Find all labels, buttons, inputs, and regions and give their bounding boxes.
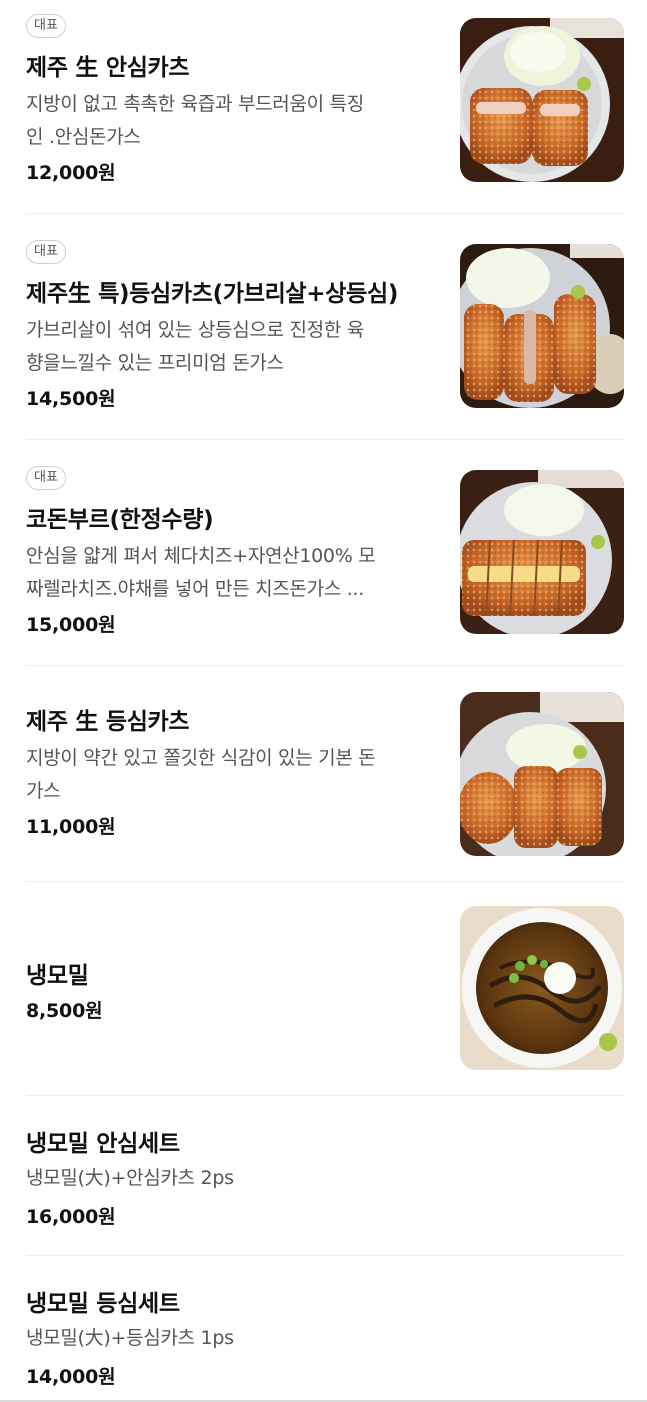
pork-loin-katsu-photo xyxy=(460,692,624,856)
signature-badge: 대표 xyxy=(26,240,66,264)
menu-item[interactable]: 제주 生 등심카츠 지방이 약간 있고 쫄깃한 식감이 있는 기본 돈 가스 1… xyxy=(26,692,624,862)
menu-item[interactable]: 냉모밀 안심세트 냉모밀(大)+안심카츠 2ps 16,000원 xyxy=(26,1122,624,1232)
menu-item-description: 지방이 없고 촉촉한 육즙과 부드러움이 특징 인 .안심돈가스 xyxy=(26,88,436,154)
divider xyxy=(26,881,624,882)
divider xyxy=(26,1255,624,1256)
menu-item-description: 냉모밀(大)+등심카츠 1ps xyxy=(26,1322,436,1355)
menu-item-name: 코돈부르(한정수량) xyxy=(26,507,214,533)
menu-item-description: 냉모밀(大)+안심카츠 2ps xyxy=(26,1162,436,1195)
menu-item[interactable]: 대표 제주生 특)등심카츠(가브리살+상등심) 가브리살이 섞여 있는 상등심으… xyxy=(26,240,624,410)
menu-item-price: 12,000원 xyxy=(26,162,116,184)
menu-item[interactable]: 냉모밀 8,500원 xyxy=(26,906,624,1076)
description-line: 짜렐라치즈.야채를 넣어 만든 치즈돈가스 ... xyxy=(26,578,364,600)
menu-item-price: 14,000원 xyxy=(26,1366,116,1388)
menu-item-name: 제주生 특)등심카츠(가브리살+상등심) xyxy=(26,281,399,307)
divider xyxy=(26,665,624,666)
description-line: 인 .안심돈가스 xyxy=(26,126,141,148)
food-image xyxy=(460,906,624,1070)
menu-item-description: 안심을 얇게 펴서 체다치즈+자연산100% 모 짜렐라치즈.야채를 넣어 만든… xyxy=(26,540,436,606)
menu-item-price: 15,000원 xyxy=(26,614,116,636)
menu-item-price: 11,000원 xyxy=(26,816,116,838)
food-image xyxy=(460,18,624,182)
description-line: 가스 xyxy=(26,780,61,802)
menu-item[interactable]: 대표 코돈부르(한정수량) 안심을 얇게 펴서 체다치즈+자연산100% 모 짜… xyxy=(26,466,624,636)
menu-item-price: 16,000원 xyxy=(26,1206,116,1228)
pork-tenderloin-katsu-photo xyxy=(460,18,624,182)
menu-item-name: 제주 生 등심카츠 xyxy=(26,709,190,735)
food-image xyxy=(460,244,624,408)
premium-pork-loin-katsu-photo xyxy=(460,244,624,408)
menu-item-name: 제주 生 안심카츠 xyxy=(26,55,190,81)
description-line: 향을느낄수 있는 프리미엄 돈가스 xyxy=(26,352,284,374)
menu-item[interactable]: 냉모밀 등심세트 냉모밀(大)+등심카츠 1ps 14,000원 xyxy=(26,1282,624,1392)
divider xyxy=(26,213,624,214)
menu-item-name: 냉모밀 안심세트 xyxy=(26,1131,180,1157)
description-line: 안심을 얇게 펴서 체다치즈+자연산100% 모 xyxy=(26,545,376,567)
divider xyxy=(26,439,624,440)
food-image xyxy=(460,692,624,856)
description-line: 지방이 약간 있고 쫄깃한 식감이 있는 기본 돈 xyxy=(26,747,376,769)
menu-item-price: 8,500원 xyxy=(26,1000,103,1022)
menu-item-name: 냉모밀 등심세트 xyxy=(26,1291,180,1317)
signature-badge: 대표 xyxy=(26,466,66,490)
menu-item-description: 지방이 약간 있고 쫄깃한 식감이 있는 기본 돈 가스 xyxy=(26,742,436,808)
menu-item-description: 가브리살이 섞여 있는 상등심으로 진정한 육 향을느낄수 있는 프리미엄 돈가… xyxy=(26,314,436,380)
signature-badge: 대표 xyxy=(26,14,66,38)
cold-soba-photo xyxy=(460,906,624,1070)
description-line: 냉모밀(大)+등심카츠 1ps xyxy=(26,1327,234,1349)
description-line: 가브리살이 섞여 있는 상등심으로 진정한 육 xyxy=(26,319,364,341)
divider xyxy=(26,1095,624,1096)
description-line: 지방이 없고 촉촉한 육즙과 부드러움이 특징 xyxy=(26,93,364,115)
food-image xyxy=(460,470,624,634)
menu-item[interactable]: 대표 제주 生 안심카츠 지방이 없고 촉촉한 육즙과 부드러움이 특징 인 .… xyxy=(26,14,624,184)
menu-item-name: 냉모밀 xyxy=(26,963,89,989)
cheese-katsu-photo xyxy=(460,470,624,634)
description-line: 냉모밀(大)+안심카츠 2ps xyxy=(26,1167,234,1189)
menu-item-price: 14,500원 xyxy=(26,388,116,410)
